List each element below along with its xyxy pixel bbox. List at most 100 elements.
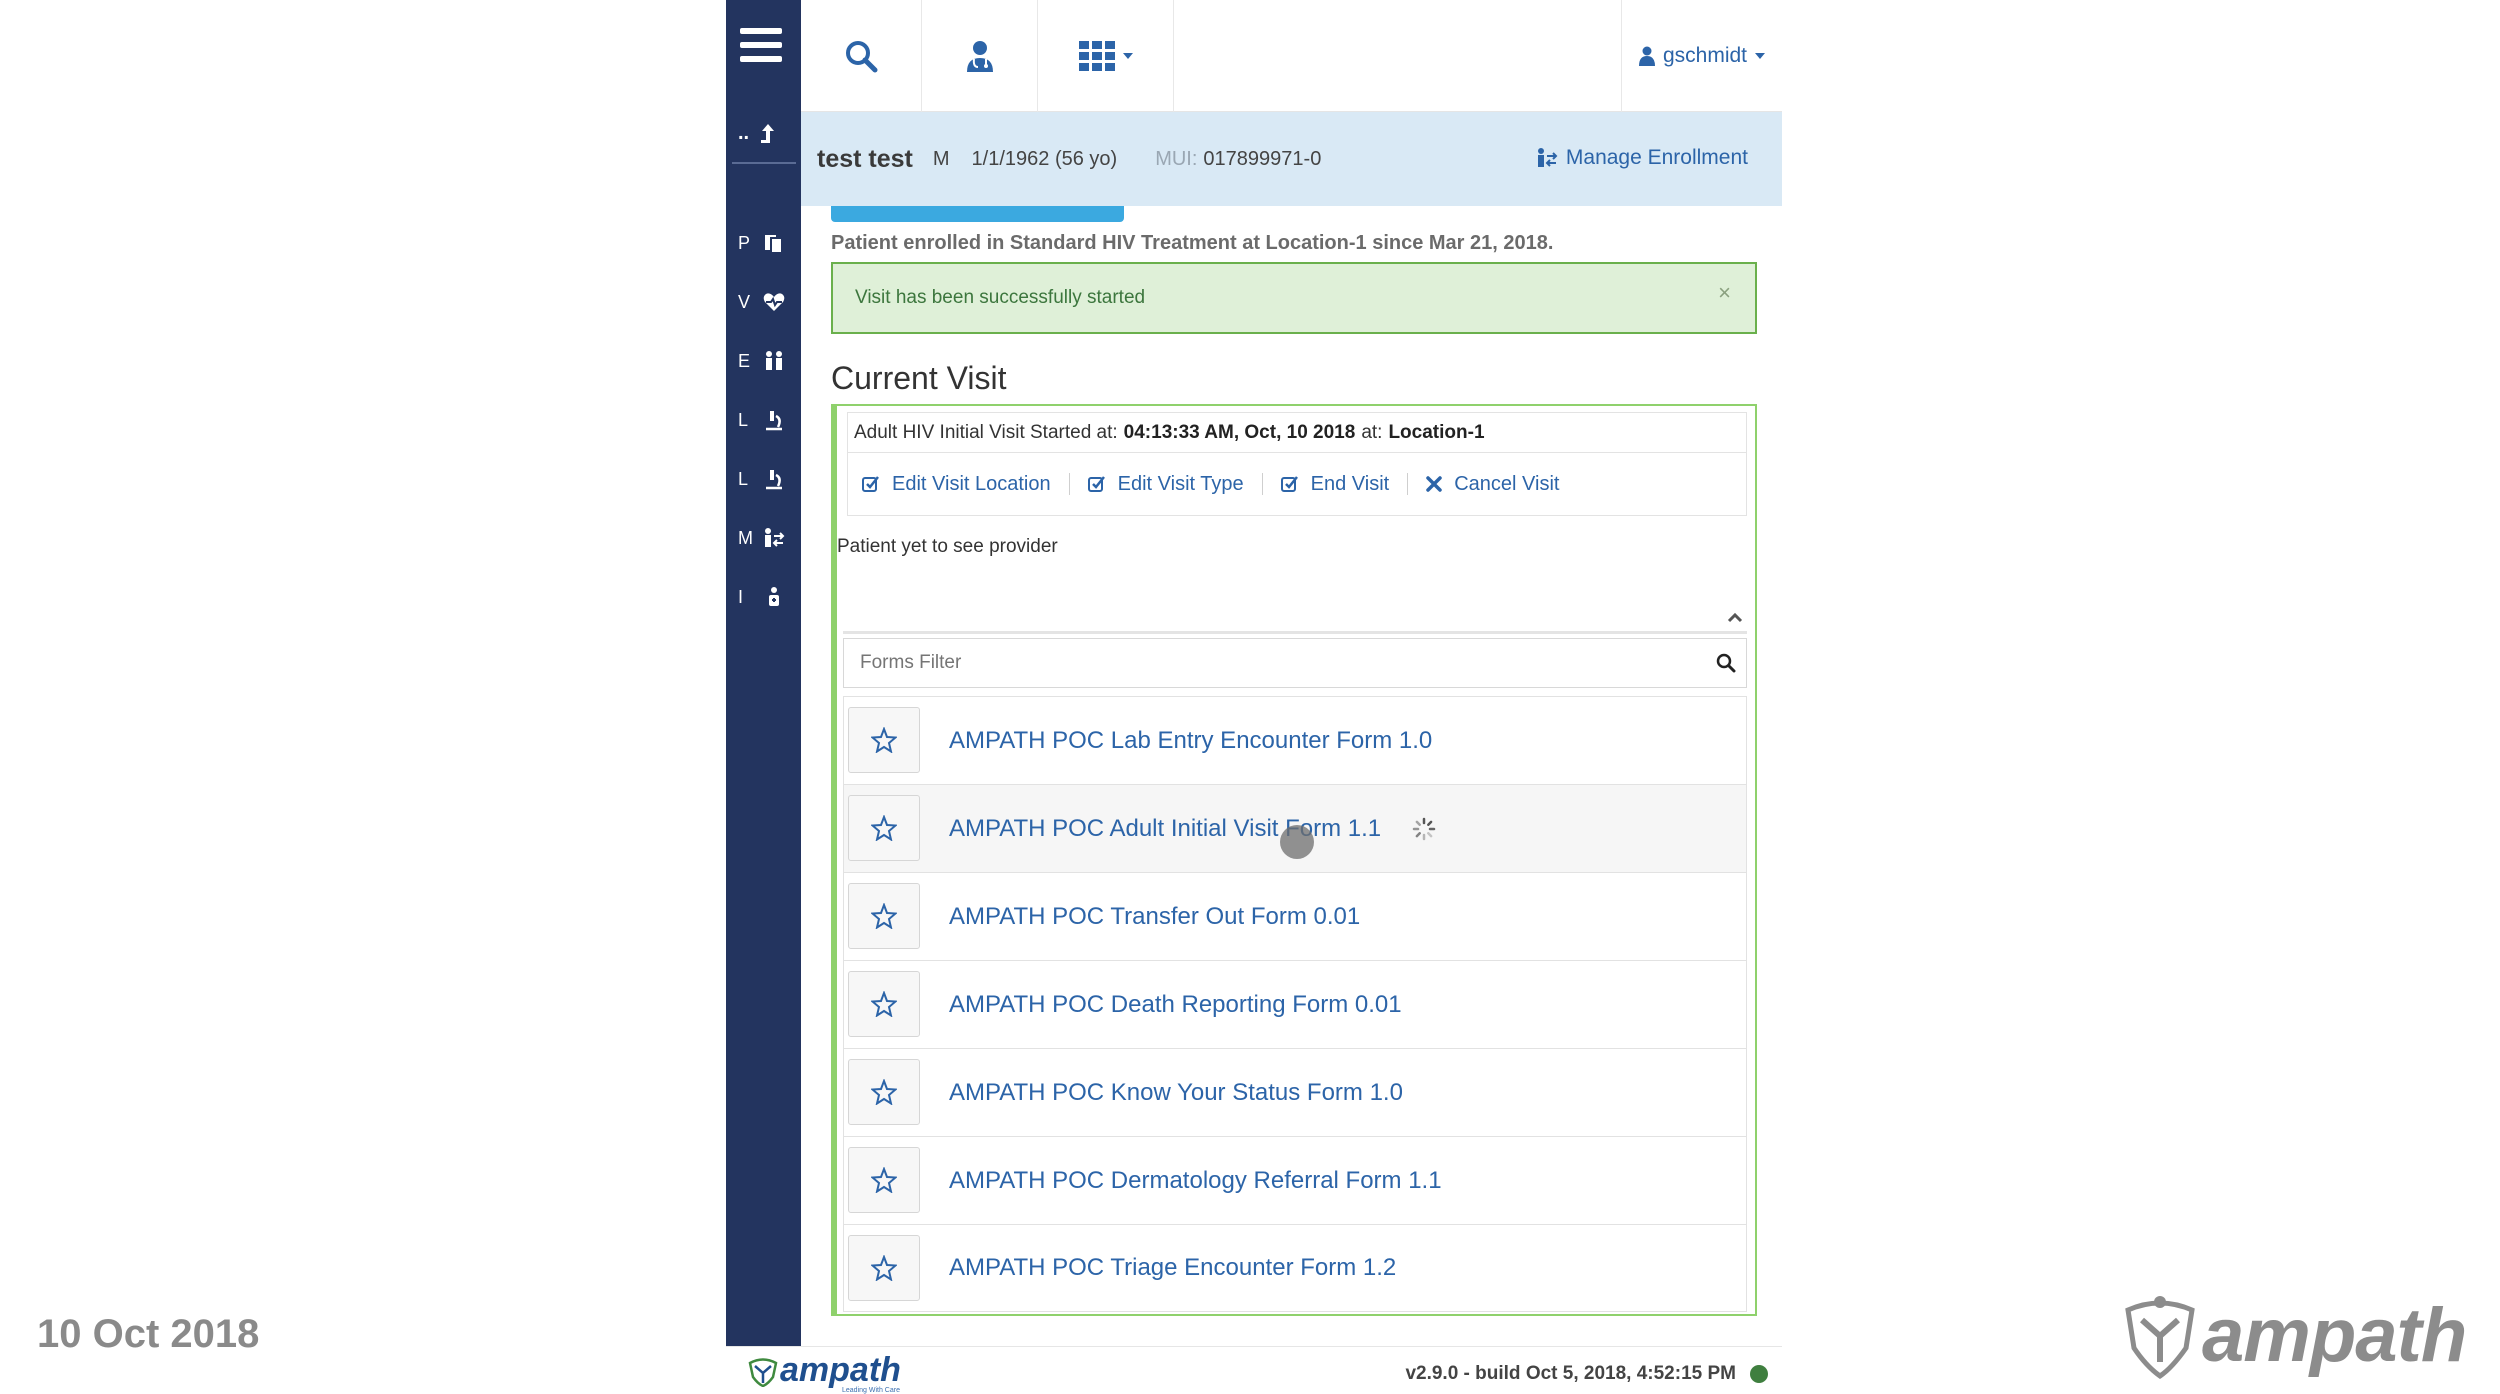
sidebar-item-letter: V: [738, 291, 751, 312]
current-visit-panel: Adult HIV Initial Visit Started at: 04:1…: [831, 404, 1757, 1316]
visit-started-info: Adult HIV Initial Visit Started at: 04:1…: [847, 412, 1747, 452]
favorite-button[interactable]: [848, 795, 920, 861]
top-navbar: gschmidt: [801, 0, 1782, 112]
footer-wordmark: ampath: [780, 1351, 901, 1389]
star-icon: [871, 1255, 897, 1281]
sidebar-item-movement[interactable]: M: [738, 521, 794, 555]
cross-icon: [1426, 476, 1442, 492]
favorite-button[interactable]: [848, 1147, 920, 1213]
microscope-icon: [766, 470, 782, 490]
search-icon: [846, 41, 878, 73]
favorite-button[interactable]: [848, 707, 920, 773]
forms-filter-input[interactable]: [844, 639, 1706, 687]
form-row: AMPATH POC Death Reporting Form 0.01: [843, 960, 1747, 1048]
action-label: Edit Visit Type: [1117, 472, 1244, 495]
search-button[interactable]: [801, 0, 922, 112]
sidebar-up-button[interactable]: ..: [738, 118, 790, 148]
menu-toggle-button[interactable]: [740, 28, 782, 62]
edit-check-icon: [1087, 476, 1105, 492]
patient-name: test test: [817, 144, 913, 173]
close-icon[interactable]: ×: [1718, 280, 1731, 306]
enrollment-status-text: Patient enrolled in Standard HIV Treatme…: [831, 232, 1554, 254]
edit-check-icon: [1280, 476, 1298, 492]
favorite-button[interactable]: [848, 883, 920, 949]
edit-visit-location-button[interactable]: Edit Visit Location: [862, 473, 1051, 496]
form-link[interactable]: AMPATH POC Triage Encounter Form 1.2: [949, 1254, 1396, 1282]
form-link[interactable]: AMPATH POC Transfer Out Form 0.01: [949, 903, 1360, 931]
visit-start-time: 04:13:33 AM, Oct, 10 2018: [1123, 421, 1356, 443]
form-row: AMPATH POC Transfer Out Form 0.01: [843, 872, 1747, 960]
transfer-icon: [1537, 148, 1558, 167]
sidebar-item-vitals[interactable]: V: [738, 285, 794, 319]
sidebar-item-labs-2[interactable]: L: [738, 462, 794, 496]
action-label: Edit Visit Location: [892, 472, 1051, 495]
sidebar-item-immunization[interactable]: I: [738, 580, 794, 614]
favorite-button[interactable]: [848, 971, 920, 1037]
cancel-visit-button[interactable]: Cancel Visit: [1426, 473, 1559, 496]
action-label: Cancel Visit: [1454, 472, 1560, 495]
sidebar-up-label: ..: [738, 121, 750, 144]
forms-filter-field: [843, 638, 1747, 688]
sidebar-item-letter: L: [738, 468, 749, 489]
build-version: v2.9.0 - build Oct 5, 2018, 4:52:15 PM: [1405, 1363, 1736, 1384]
forms-filter-search-button[interactable]: [1706, 639, 1746, 687]
form-row: AMPATH POC Triage Encounter Form 1.2: [843, 1224, 1747, 1312]
user-icon: [1638, 46, 1655, 66]
form-link[interactable]: AMPATH POC Lab Entry Encounter Form 1.0: [949, 727, 1432, 755]
chevron-down-icon: [1122, 53, 1133, 59]
chevron-up-icon[interactable]: [1723, 606, 1747, 630]
form-row: AMPATH POC Adult Initial Visit Form 1.1: [843, 784, 1747, 872]
manage-enrollment-link[interactable]: Manage Enrollment: [1536, 146, 1748, 170]
form-link[interactable]: AMPATH POC Death Reporting Form 0.01: [949, 991, 1402, 1019]
app-footer: ampath Leading With Care v2.9.0 - build …: [726, 1346, 1782, 1394]
visit-actions-bar: Edit Visit Location Edit Visit Type End …: [847, 452, 1747, 516]
sidebar-item-program[interactable]: P: [738, 226, 794, 260]
footer-tagline: Leading With Care: [842, 1387, 900, 1394]
visit-type-label: Adult HIV Initial Visit Started at:: [854, 421, 1118, 443]
favorite-button[interactable]: [848, 1235, 920, 1301]
favorite-button[interactable]: [848, 1059, 920, 1125]
ampath-wordmark: ampath: [2202, 1292, 2467, 1378]
patient-banner: test test M 1/1/1962 (56 yo) MUI: 017899…: [801, 112, 1782, 206]
connection-status-indicator: [1750, 1365, 1768, 1383]
screen: 10 Oct 2018 ampath .. P V E L L M I gsch…: [0, 0, 2500, 1394]
form-link[interactable]: AMPATH POC Know Your Status Form 1.0: [949, 1079, 1403, 1107]
mui-label: MUI:: [1155, 147, 1198, 170]
success-alert: Visit has been successfully started ×: [831, 262, 1757, 334]
sidebar-item-labs-1[interactable]: L: [738, 403, 794, 437]
sidebar-item-letter: I: [738, 586, 744, 607]
sidebar-item-letter: E: [738, 350, 751, 371]
apps-menu-button[interactable]: [1038, 0, 1174, 112]
sidebar-item-encounters[interactable]: E: [738, 344, 794, 378]
arrow-up-icon: [761, 124, 775, 143]
star-icon: [871, 991, 897, 1017]
ampath-footer-logo: ampath Leading With Care: [746, 1351, 901, 1394]
user-menu-button[interactable]: gschmidt: [1621, 0, 1782, 112]
visit-at-label: at:: [1361, 421, 1383, 443]
apps-grid-icon: [1078, 41, 1115, 71]
patient-dob: 1/1/1962 (56 yo): [971, 147, 1118, 170]
patient-mui: 017899971-0: [1203, 147, 1322, 170]
form-link[interactable]: AMPATH POC Dermatology Referral Form 1.1: [949, 1167, 1442, 1195]
sidebar-item-letter: P: [738, 232, 751, 253]
loading-spinner-icon: [1412, 817, 1436, 841]
end-visit-button[interactable]: End Visit: [1280, 473, 1389, 496]
current-visit-title: Current Visit: [831, 360, 1007, 396]
manage-enrollment-label: Manage Enrollment: [1565, 146, 1748, 169]
search-icon: [1716, 653, 1736, 673]
chevron-down-icon: [1755, 53, 1766, 59]
star-icon: [871, 903, 897, 929]
form-row: AMPATH POC Dermatology Referral Form 1.1: [843, 1136, 1747, 1224]
form-row: AMPATH POC Lab Entry Encounter Form 1.0: [843, 696, 1747, 784]
forms-collapse-bar: [843, 604, 1747, 634]
form-link[interactable]: AMPATH POC Adult Initial Visit Form 1.1: [949, 815, 1381, 843]
alert-message: Visit has been successfully started: [855, 287, 1146, 308]
sidebar: .. P V E L L M I: [726, 0, 801, 1346]
provider-button[interactable]: [922, 0, 1038, 112]
star-icon: [871, 1167, 897, 1193]
ampath-watermark-logo: ampath: [2120, 1290, 2490, 1380]
action-separator: [1261, 473, 1263, 495]
edit-visit-type-button[interactable]: Edit Visit Type: [1087, 472, 1244, 496]
app-window: .. P V E L L M I gschmidt test test M 1/…: [726, 0, 1782, 1394]
transfer-icon: [765, 528, 785, 547]
